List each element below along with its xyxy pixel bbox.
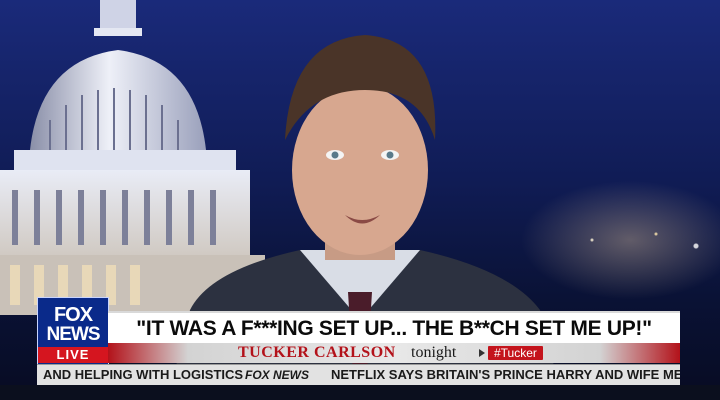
ticker-text-right: NETFLIX SAYS BRITAIN'S PRINCE HARRY AND … <box>331 367 680 382</box>
hashtag-badge: #Tucker <box>488 346 543 360</box>
ticker-brand: FOX NEWS <box>245 368 310 382</box>
headline-banner: "IT WAS A F***ING SET UP... THE B**CH SE… <box>108 311 680 345</box>
ticker-text-left: AND HELPING WITH LOGISTICS <box>43 367 244 382</box>
city-lights <box>560 210 720 270</box>
headline-text: "IT WAS A F***ING SET UP... THE B**CH SE… <box>136 317 652 340</box>
fox-news-logo: FOX NEWS LIVE <box>37 297 109 365</box>
live-badge: LIVE <box>38 347 108 363</box>
logo-news-text: NEWS <box>46 324 101 345</box>
news-ticker: AND HELPING WITH LOGISTICS FOX NEWS NETF… <box>37 364 680 385</box>
play-arrow-icon <box>479 349 485 357</box>
show-name-bar: TUCKER CARLSON tonight #Tucker <box>108 343 680 363</box>
show-time: tonight <box>411 344 457 361</box>
show-name: TUCKER CARLSON <box>238 344 396 361</box>
bottom-band <box>0 385 720 400</box>
